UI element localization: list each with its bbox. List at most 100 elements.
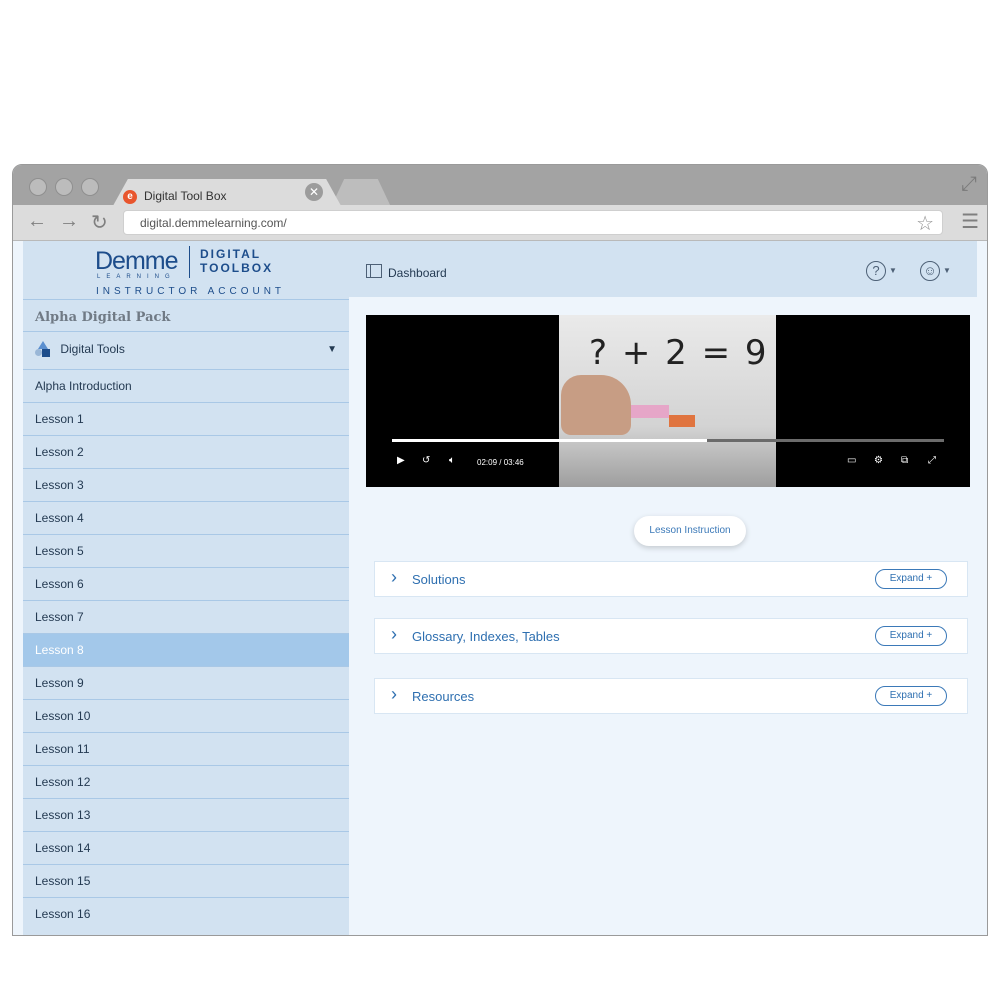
sidebar-item-lesson-9[interactable]: Lesson 9 <box>23 667 349 700</box>
window-controls <box>29 178 99 196</box>
account-type: INSTRUCTOR ACCOUNT <box>96 286 286 297</box>
sidebar-item-lesson-15[interactable]: Lesson 15 <box>23 865 349 898</box>
sidebar-item-label: Lesson 6 <box>35 577 84 591</box>
sidebar-item-label: Lesson 16 <box>35 907 91 921</box>
back-icon[interactable]: ← <box>27 210 47 233</box>
sidebar-item-lesson-12[interactable]: Lesson 12 <box>23 766 349 799</box>
bookmark-star-icon[interactable]: ☆ <box>916 211 934 236</box>
minimize-window-button[interactable] <box>55 178 73 196</box>
tab-title: Digital Tool Box <box>144 189 227 203</box>
sidebar-item-lesson-4[interactable]: Lesson 4 <box>23 502 349 535</box>
current-time: 02:09 <box>477 458 498 467</box>
accordion-label: Glossary, Indexes, Tables <box>412 629 560 644</box>
expand-button[interactable]: Expand + <box>875 686 947 706</box>
url-text: digital.demmelearning.com/ <box>140 216 287 230</box>
logo-toolbox-text: TOOLBOX <box>200 261 274 275</box>
address-bar[interactable]: digital.demmelearning.com/ ☆ <box>123 210 943 235</box>
play-icon[interactable]: ▶ <box>397 455 405 466</box>
sidebar-item-lesson-3[interactable]: Lesson 3 <box>23 469 349 502</box>
sidebar-item-lesson-8[interactable]: Lesson 8 <box>23 634 349 667</box>
sidebar-item-lesson-2[interactable]: Lesson 2 <box>23 436 349 469</box>
close-window-button[interactable] <box>29 178 47 196</box>
sidebar-item-lesson-11[interactable]: Lesson 11 <box>23 733 349 766</box>
video-blocks <box>631 405 669 418</box>
replay-10-icon[interactable]: ↺ <box>422 455 430 466</box>
user-account-icon[interactable]: ☺ <box>920 261 940 281</box>
digital-tools-dropdown[interactable]: Digital Tools ▼ <box>23 333 349 370</box>
expand-button[interactable]: Expand + <box>875 569 947 589</box>
chevron-right-icon: › <box>391 567 397 587</box>
page: Demme LEARNING DIGITAL TOOLBOX INSTRUCTO… <box>23 241 977 935</box>
chevron-right-icon: › <box>391 684 397 704</box>
logo-learning: LEARNING <box>97 274 176 280</box>
logo-digital-toolbox: DIGITAL TOOLBOX <box>200 247 273 275</box>
sidebar-item-label: Lesson 13 <box>35 808 91 822</box>
favicon-icon: e <box>123 190 137 204</box>
sidebar-item-alpha-introduction[interactable]: Alpha Introduction <box>23 370 349 403</box>
account-caret-icon[interactable]: ▼ <box>943 266 951 275</box>
fullscreen-video-icon[interactable]: ⤢ <box>928 455 936 466</box>
sidebar-item-label: Lesson 8 <box>35 643 84 657</box>
video-progress-bar[interactable] <box>392 439 944 442</box>
sidebar-item-label: Lesson 4 <box>35 511 84 525</box>
sidebar: Demme LEARNING DIGITAL TOOLBOX INSTRUCTO… <box>23 241 349 935</box>
duration: 03:46 <box>503 458 524 467</box>
pack-title: Alpha Digital Pack <box>23 301 349 332</box>
picture-in-picture-icon[interactable]: ⧉ <box>901 455 908 466</box>
fullscreen-icon[interactable]: ⤢ <box>961 173 977 196</box>
accordion-glossary[interactable]: › Glossary, Indexes, Tables Expand + <box>374 618 968 654</box>
captions-icon[interactable]: ▭ <box>847 455 856 466</box>
maximize-window-button[interactable] <box>81 178 99 196</box>
sidebar-item-lesson-1[interactable]: Lesson 1 <box>23 403 349 436</box>
digital-tools-label: Digital Tools <box>60 342 125 356</box>
video-block <box>669 415 695 427</box>
volume-icon[interactable]: 🔈︎ <box>449 455 455 466</box>
settings-icon[interactable]: ⚙ <box>874 455 883 466</box>
video-player[interactable]: ? + 2 = 9 ▶ ↺ 🔈︎ 02:09 / 03:46 ▭ ⚙ ⧉ ⤢ <box>366 315 970 487</box>
accordion-solutions[interactable]: › Solutions Expand + <box>374 561 968 597</box>
accordion-label: Solutions <box>412 572 466 587</box>
caret-down-icon: ▼ <box>327 344 337 355</box>
pack-title-text: Alpha Digital Pack <box>35 310 171 325</box>
sidebar-item-label: Lesson 2 <box>35 445 84 459</box>
sidebar-item-label: Lesson 5 <box>35 544 84 558</box>
sidebar-item-label: Lesson 7 <box>35 610 84 624</box>
sidebar-item-lesson-7[interactable]: Lesson 7 <box>23 601 349 634</box>
logo-demme: Demme <box>95 247 179 275</box>
forward-icon[interactable]: → <box>59 210 79 233</box>
close-tab-icon[interactable]: ✕ <box>305 183 323 201</box>
reload-icon[interactable]: ↻ <box>91 210 108 235</box>
sidebar-item-lesson-16[interactable]: Lesson 16 <box>23 898 349 931</box>
sidebar-item-label: Lesson 3 <box>35 478 84 492</box>
shapes-icon <box>35 340 51 357</box>
new-tab[interactable] <box>331 179 391 207</box>
expand-button[interactable]: Expand + <box>875 626 947 646</box>
video-progress-fill <box>392 439 707 442</box>
dashboard-link[interactable]: Dashboard <box>388 266 447 280</box>
sidebar-item-lesson-13[interactable]: Lesson 13 <box>23 799 349 832</box>
top-bar: Dashboard ? ▼ ☺ ▼ <box>349 241 977 297</box>
sidebar-item-label: Lesson 12 <box>35 775 91 789</box>
video-frame: ? + 2 = 9 <box>559 315 776 487</box>
sidebar-item-lesson-6[interactable]: Lesson 6 <box>23 568 349 601</box>
video-equation: ? + 2 = 9 <box>589 333 769 373</box>
browser-menu-icon[interactable]: ☰ <box>961 209 979 234</box>
video-hand <box>561 375 631 435</box>
accordion-label: Resources <box>412 689 475 704</box>
accordion-resources[interactable]: › Resources Expand + <box>374 678 968 714</box>
sidebar-item-lesson-14[interactable]: Lesson 14 <box>23 832 349 865</box>
sidebar-item-label: Alpha Introduction <box>35 379 132 393</box>
sidebar-item-label: Lesson 9 <box>35 676 84 690</box>
dashboard-icon[interactable] <box>366 264 382 278</box>
sidebar-item-label: Lesson 10 <box>35 709 91 723</box>
logo-digital-text: DIGITAL <box>200 247 262 261</box>
sidebar-item-lesson-5[interactable]: Lesson 5 <box>23 535 349 568</box>
sidebar-item-label: Lesson 15 <box>35 874 91 888</box>
sidebar-item-lesson-10[interactable]: Lesson 10 <box>23 700 349 733</box>
help-icon[interactable]: ? <box>866 261 886 281</box>
help-caret-icon[interactable]: ▼ <box>889 266 897 275</box>
browser-window: e Digital Tool Box ✕ ⤢ ← → ↻ digital.dem… <box>12 164 988 936</box>
brand-logo[interactable]: Demme LEARNING DIGITAL TOOLBOX INSTRUCTO… <box>23 241 349 300</box>
lesson-instruction-button[interactable]: Lesson Instruction <box>634 516 746 546</box>
chevron-right-icon: › <box>391 624 397 644</box>
